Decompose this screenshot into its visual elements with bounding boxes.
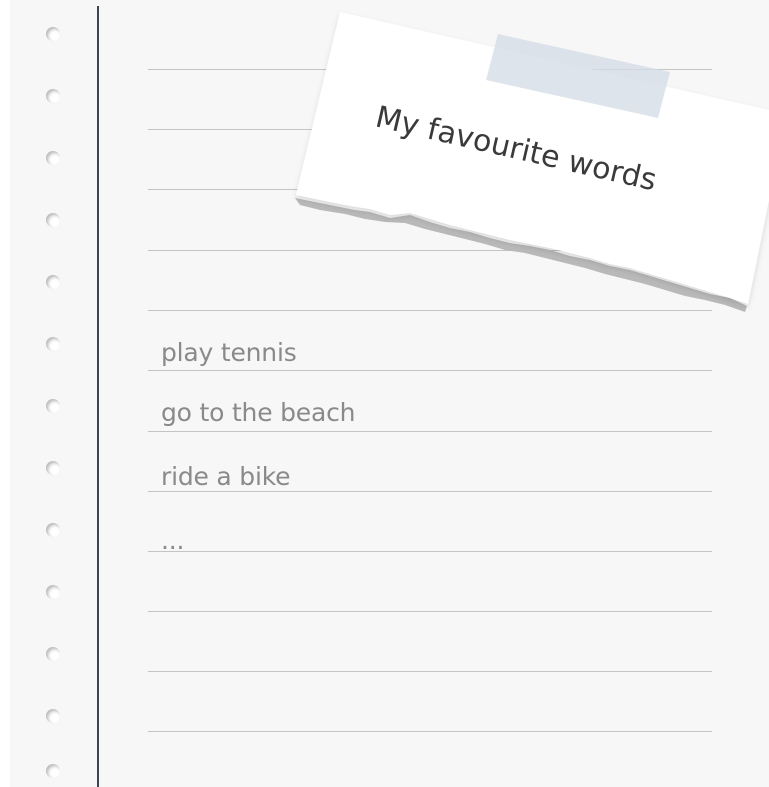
margin-line [97, 6, 99, 787]
tape-strip [486, 34, 670, 118]
ruled-line [148, 250, 712, 251]
binder-hole [46, 709, 60, 723]
word-item: go to the beach [161, 398, 356, 427]
word-item: ride a bike [161, 462, 291, 491]
note-paper [296, 12, 769, 304]
ruled-line [148, 611, 712, 612]
binder-hole [46, 27, 60, 41]
binder-hole [46, 523, 60, 537]
binder-hole [46, 764, 60, 778]
binder-hole [46, 585, 60, 599]
binder-hole [46, 337, 60, 351]
binder-hole [46, 89, 60, 103]
ruled-line [148, 310, 712, 311]
ruled-line [148, 731, 712, 732]
binder-hole [46, 151, 60, 165]
ruled-line [148, 129, 712, 130]
word-item: ... [161, 526, 185, 555]
ruled-line [148, 370, 712, 371]
binder-hole [46, 647, 60, 661]
ruled-line [148, 69, 712, 70]
word-item: play tennis [161, 338, 297, 367]
binder-hole [46, 275, 60, 289]
binder-hole [46, 213, 60, 227]
ruled-line [148, 671, 712, 672]
ruled-line [148, 491, 712, 492]
ruled-line [148, 189, 712, 190]
binder-hole [46, 399, 60, 413]
torn-note: My favourite words [10, 0, 769, 787]
notebook-page: play tennis go to the beach ride a bike … [10, 0, 769, 787]
ruled-line [148, 431, 712, 432]
note-title: My favourite words [372, 100, 660, 199]
ruled-line [148, 551, 712, 552]
torn-edge-shadow [295, 198, 747, 312]
binder-hole [46, 461, 60, 475]
